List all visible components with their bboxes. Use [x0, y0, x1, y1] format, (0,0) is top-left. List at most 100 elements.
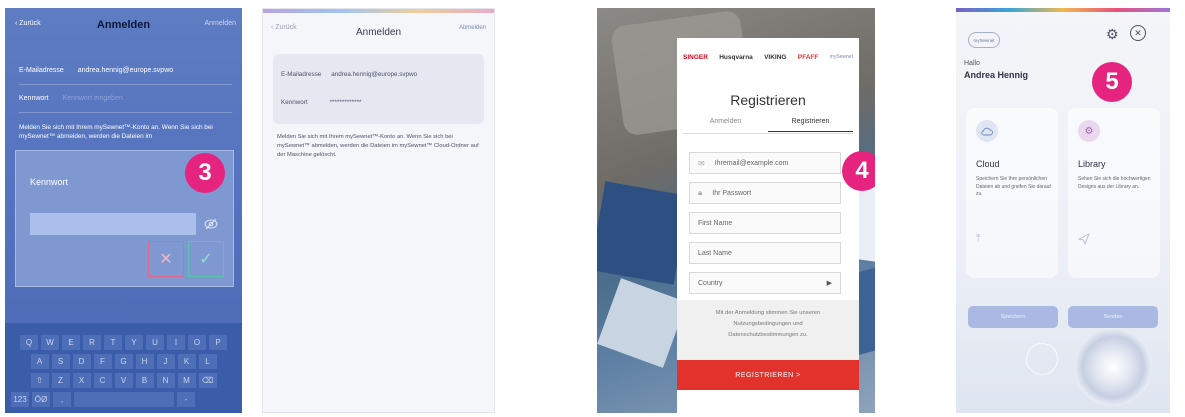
eye-off-icon[interactable]	[200, 213, 222, 235]
library-icon: ⚙	[1078, 120, 1100, 142]
key[interactable]: Y	[125, 335, 143, 350]
gear-icon[interactable]: ⚙	[1106, 26, 1119, 43]
key[interactable]: B	[135, 373, 154, 388]
password-placeholder: Ihr Passwort	[712, 189, 752, 197]
mail-icon: ✉	[698, 158, 705, 168]
terms-link-usage[interactable]: Nutzungsbedingungen und	[677, 319, 859, 330]
key[interactable]: Z	[51, 373, 70, 388]
pfaff-logo: PFAFF	[797, 54, 819, 61]
email-label: E-Mailadresse	[281, 70, 322, 78]
key[interactable]: D	[72, 354, 91, 369]
shift-key[interactable]: ⇧	[30, 373, 49, 388]
library-card[interactable]: ⚙ Library Sehen Sie sich die hochwertige…	[1068, 108, 1160, 278]
key[interactable]: F	[93, 354, 112, 369]
key[interactable]: U	[146, 335, 164, 350]
key[interactable]: Q	[20, 335, 38, 350]
key[interactable]: H	[135, 354, 154, 369]
password-value: *************	[329, 98, 362, 106]
phone-screen: SINGER Husqvarna VIKING PFAFF mySewnet R…	[677, 38, 859, 413]
space-key[interactable]	[74, 392, 174, 407]
key[interactable]: L	[198, 354, 217, 369]
panel-logged-in: ‹ Zurück Anmelden Abmelden E-Mailadresse…	[262, 8, 495, 413]
password-input[interactable]	[30, 213, 196, 235]
color-bar	[956, 8, 1170, 12]
key[interactable]: R	[83, 335, 101, 350]
info-note: Melden Sie sich mit Ihrem mySewnet™-Kont…	[19, 124, 213, 140]
dash-key[interactable]: -	[177, 392, 195, 407]
last-name-field[interactable]: Last Name	[689, 242, 841, 264]
card-title: Cloud	[976, 159, 1000, 169]
key[interactable]: M	[177, 373, 196, 388]
register-button[interactable]: REGISTRIEREN >	[677, 360, 859, 390]
email-value: andrea.hennig@europe.svpwo	[331, 70, 418, 78]
dialog-title: Kennwort	[30, 177, 69, 187]
umlaut-key[interactable]: ÖØ	[32, 392, 50, 407]
comma-key[interactable]: ,	[53, 392, 71, 407]
key[interactable]: A	[30, 354, 49, 369]
nav-bar: ‹ Zurück Anmelden Anmelden	[5, 8, 242, 48]
password-row[interactable]: Kennwort *************	[281, 90, 476, 114]
key[interactable]: E	[62, 335, 80, 350]
key[interactable]: I	[167, 335, 185, 350]
country-select[interactable]: Country ▶	[689, 272, 841, 294]
card-description: Speichern Sie Ihre persönlichen Dateien …	[976, 176, 1051, 197]
login-button[interactable]: Anmelden	[204, 20, 236, 27]
password-row[interactable]: Kennwort Kennwort eingeben	[19, 86, 232, 113]
viking-logo: VIKING	[764, 54, 787, 61]
tab-login[interactable]: Anmelden	[683, 118, 768, 132]
key[interactable]: X	[72, 373, 91, 388]
key[interactable]: O	[188, 335, 206, 350]
key[interactable]: T	[104, 335, 122, 350]
key[interactable]: V	[114, 373, 133, 388]
user-name: Andrea Hennig	[964, 70, 1029, 80]
tab-register[interactable]: Registrieren	[768, 118, 853, 132]
first-name-field[interactable]: First Name	[689, 212, 841, 234]
keyboard-row-3: ⇧ Z X C V B N M ⌫	[5, 373, 242, 388]
panel-password-dialog: ‹ Zurück Anmelden Anmelden E-Mailadresse…	[5, 8, 242, 413]
keyboard-row-2: A S D F G H J K L	[5, 354, 242, 369]
key[interactable]: G	[114, 354, 133, 369]
background-quilt	[597, 181, 690, 285]
terms-link-privacy[interactable]: Datenschutzbestimmungen zu.	[677, 330, 859, 341]
email-value: andrea.hennig@europe.svpwo	[77, 67, 174, 74]
save-button[interactable]: Speichern	[968, 306, 1058, 328]
send-button[interactable]: Senden	[1068, 306, 1158, 328]
panel-dashboard: mySewnet ⚙ ✕ Hallo Andrea Hennig 5 Cloud…	[956, 8, 1170, 413]
key[interactable]: W	[41, 335, 59, 350]
backspace-key[interactable]: ⌫	[198, 373, 217, 388]
step-badge: 5	[1092, 62, 1132, 102]
confirm-button[interactable]: ✓	[188, 241, 224, 277]
last-name-placeholder: Last Name	[698, 249, 732, 257]
first-name-placeholder: First Name	[698, 219, 733, 227]
country-placeholder: Country	[698, 279, 723, 287]
cloud-card[interactable]: Cloud Speichern Sie Ihre persönlichen Da…	[966, 108, 1058, 278]
info-note: Melden Sie sich mit Ihrem mySewnet™-Kont…	[277, 134, 479, 158]
numbers-key[interactable]: 123	[11, 392, 29, 407]
husqvarna-logo: Husqvarna	[719, 54, 753, 61]
password-field[interactable]: 🔒︎ Ihr Passwort	[689, 182, 841, 204]
cancel-button[interactable]: ✕	[148, 241, 184, 277]
email-field[interactable]: ✉ Ihremail@example.com	[689, 152, 841, 174]
key[interactable]: J	[156, 354, 175, 369]
key[interactable]: N	[156, 373, 175, 388]
upload-icon: ⤒	[976, 233, 981, 244]
send-icon-svg	[1077, 233, 1090, 246]
key[interactable]: K	[177, 354, 196, 369]
card-description: Sehen Sie sich die hochwertigen Designs …	[1078, 176, 1151, 190]
caret-right-icon: ▶	[826, 280, 832, 287]
password-placeholder: Kennwort eingeben	[62, 95, 123, 102]
key[interactable]: C	[93, 373, 112, 388]
close-icon[interactable]: ✕	[1130, 25, 1146, 41]
page-title: Registrieren	[730, 92, 806, 108]
lock-icon: 🔒︎	[698, 188, 703, 197]
key[interactable]: S	[51, 354, 70, 369]
key[interactable]: P	[209, 335, 227, 350]
eye-off-icon-svg	[204, 218, 218, 230]
email-row[interactable]: E-Mailadresse andrea.hennig@europe.svpwo	[19, 58, 232, 85]
logout-button[interactable]: Abmelden	[459, 25, 486, 31]
email-row[interactable]: E-Mailadresse andrea.hennig@europe.svpwo	[281, 62, 476, 86]
terms-line: Mit der Anmeldung stimmen Sie unseren	[715, 310, 821, 316]
step-badge: 4	[842, 151, 875, 191]
keyboard: Q W E R T Y U I O P A S D F G H J K L ⇧ …	[5, 323, 242, 413]
color-bar	[263, 9, 494, 13]
